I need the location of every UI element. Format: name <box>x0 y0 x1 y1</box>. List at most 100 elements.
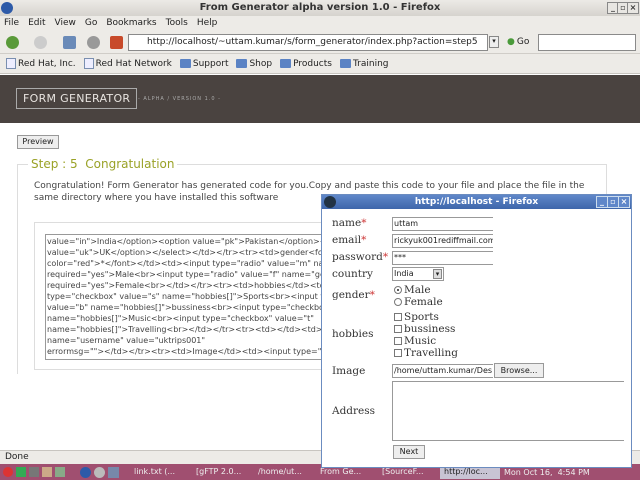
hobby-music-checkbox[interactable]: Music <box>394 335 436 347</box>
menu-file[interactable]: File <box>4 16 19 31</box>
hobbies-label: hobbies <box>332 328 374 340</box>
go-button[interactable]: ● Go <box>507 37 529 47</box>
preview-button[interactable]: Preview <box>17 135 59 149</box>
bookmark-red-hat-network[interactable]: Red Hat Network <box>83 54 172 73</box>
bookmark-training[interactable]: Training <box>339 54 389 73</box>
files-icon[interactable] <box>108 466 119 478</box>
code-line: value="in">India</option><option value="… <box>47 237 335 246</box>
image-label: Image <box>332 365 366 377</box>
browse-button[interactable]: Browse... <box>494 363 544 378</box>
reload-icon[interactable] <box>63 36 76 49</box>
folder-icon <box>179 59 191 68</box>
address-label: Address <box>332 405 376 417</box>
checkbox-icon <box>394 349 402 357</box>
quick-launch[interactable] <box>80 466 130 478</box>
menu-edit[interactable]: Edit <box>28 16 45 31</box>
gender-male-radio[interactable]: Male <box>394 284 431 296</box>
taskbar-item[interactable]: /home/ut... <box>254 465 314 479</box>
password-label: password* <box>332 251 389 263</box>
menu-view[interactable]: View <box>55 16 76 31</box>
code-line: value="b" name="hobbies[]">bussiness<br>… <box>47 303 334 312</box>
navigation-toolbar: http://localhost/~uttam.kumar/s/form_gen… <box>0 31 640 54</box>
email-label: email* <box>332 234 367 246</box>
gender-female-radio[interactable]: Female <box>394 296 443 308</box>
search-input[interactable] <box>538 34 636 51</box>
checkbox-icon <box>394 337 402 345</box>
menu-bar: File Edit View Go Bookmarks Tools Help <box>0 16 640 31</box>
url-dropdown-icon[interactable]: ▾ <box>489 36 499 48</box>
code-line: value="uk">UK</option></select></td></tr… <box>47 248 331 257</box>
redhat-menu-icon[interactable] <box>3 467 13 477</box>
checkbox-icon <box>394 313 402 321</box>
settings-icon[interactable] <box>94 466 105 478</box>
popup-close-button[interactable]: × <box>618 196 630 208</box>
hobby-travelling-checkbox[interactable]: Travelling <box>394 347 458 359</box>
forward-icon[interactable] <box>34 36 47 49</box>
checkbox-icon <box>394 325 402 333</box>
code-line: name="username" value="uktrips001" <box>47 336 206 345</box>
popup-titlebar: http://localhost - Firefox _ ▫ × <box>322 195 631 209</box>
bookmark-products[interactable]: Products <box>280 54 332 73</box>
hobby-bussiness-checkbox[interactable]: bussiness <box>394 323 455 335</box>
taskbar-item[interactable]: [gFTP 2.0... <box>192 465 252 479</box>
address-textarea[interactable] <box>392 381 624 441</box>
menu-go[interactable]: Go <box>85 16 97 31</box>
code-line: errormsg=""></td></tr><tr><td>Image</td>… <box>47 347 335 356</box>
tagline: - ALPHA / VERSION 1.0 - <box>138 96 221 102</box>
site-logo[interactable]: FORM GENERATOR <box>16 88 138 109</box>
close-button[interactable]: × <box>627 2 639 14</box>
window-titlebar: From Generator alpha version 1.0 - Firef… <box>0 0 640 16</box>
name-label: name* <box>332 217 367 229</box>
bookmark-support[interactable]: Support <box>179 54 228 73</box>
gender-label: gender* <box>332 289 375 301</box>
window-title: From Generator alpha version 1.0 - Firef… <box>199 2 441 13</box>
code-line: name="hobbies[]">Music<br><input type="c… <box>47 314 314 323</box>
firefox-icon <box>1 2 13 14</box>
mail-icon[interactable] <box>42 467 52 477</box>
folder-icon <box>339 59 351 68</box>
code-line: name="hobbies[]">Travelling<br></td></tr… <box>47 325 335 334</box>
bookmark-red-hat-inc[interactable]: Red Hat, Inc. <box>6 54 76 73</box>
generated-code-textarea[interactable]: value="in">India</option><option value="… <box>45 234 335 360</box>
browser-icon[interactable] <box>80 466 91 478</box>
page-header: FORM GENERATOR - ALPHA / VERSION 1.0 - <box>0 75 640 123</box>
menu-bookmarks[interactable]: Bookmarks <box>106 16 156 31</box>
editor-icon[interactable] <box>55 467 65 477</box>
radio-icon <box>394 298 402 306</box>
url-input[interactable]: http://localhost/~uttam.kumar/s/form_gen… <box>128 34 488 51</box>
code-line: required="yes">Female<br></td></tr><tr><… <box>47 281 335 290</box>
popup-title: http://localhost - Firefox <box>414 197 539 207</box>
bookmark-shop[interactable]: Shop <box>236 54 272 73</box>
code-line: color="red">*</font></td><td><input type… <box>47 259 335 268</box>
chevron-down-icon: ▾ <box>433 269 442 279</box>
back-icon[interactable] <box>6 36 19 49</box>
next-button[interactable]: Next <box>393 445 425 459</box>
menu-tools[interactable]: Tools <box>166 16 188 31</box>
folder-icon <box>236 59 248 68</box>
email-input[interactable]: rickyuk001rediffmail.com <box>392 234 493 248</box>
home-icon[interactable] <box>110 36 123 49</box>
page-icon <box>83 58 94 69</box>
app-icon[interactable] <box>29 467 39 477</box>
code-line: type="checkbox" value="s" name="hobbies[… <box>47 292 334 301</box>
launcher-icons[interactable] <box>0 467 80 477</box>
password-input[interactable]: *** <box>392 251 493 265</box>
page-icon <box>6 58 16 69</box>
popup-window: http://localhost - Firefox _ ▫ × name* u… <box>321 194 632 468</box>
step-title: Step : 5 Congratulation <box>28 157 178 171</box>
folder-icon <box>280 59 292 68</box>
menu-help[interactable]: Help <box>197 16 218 31</box>
go-icon: ● <box>507 37 515 47</box>
status-text: Done <box>5 452 29 462</box>
country-select[interactable]: India ▾ <box>392 267 444 281</box>
terminal-icon[interactable] <box>16 467 26 477</box>
radio-checked-icon <box>394 286 402 294</box>
stop-icon[interactable] <box>87 36 100 49</box>
firefox-icon <box>324 196 336 208</box>
image-file-input[interactable]: /home/uttam.kumar/Des <box>392 364 493 378</box>
hobby-sports-checkbox[interactable]: Sports <box>394 311 439 323</box>
code-line: required="yes">Male<br><input type="radi… <box>47 270 335 279</box>
taskbar-item[interactable]: link.txt (... <box>130 465 190 479</box>
name-input[interactable]: uttam <box>392 217 493 231</box>
clock: Mon Oct 16, 4:54 PM <box>504 467 590 477</box>
